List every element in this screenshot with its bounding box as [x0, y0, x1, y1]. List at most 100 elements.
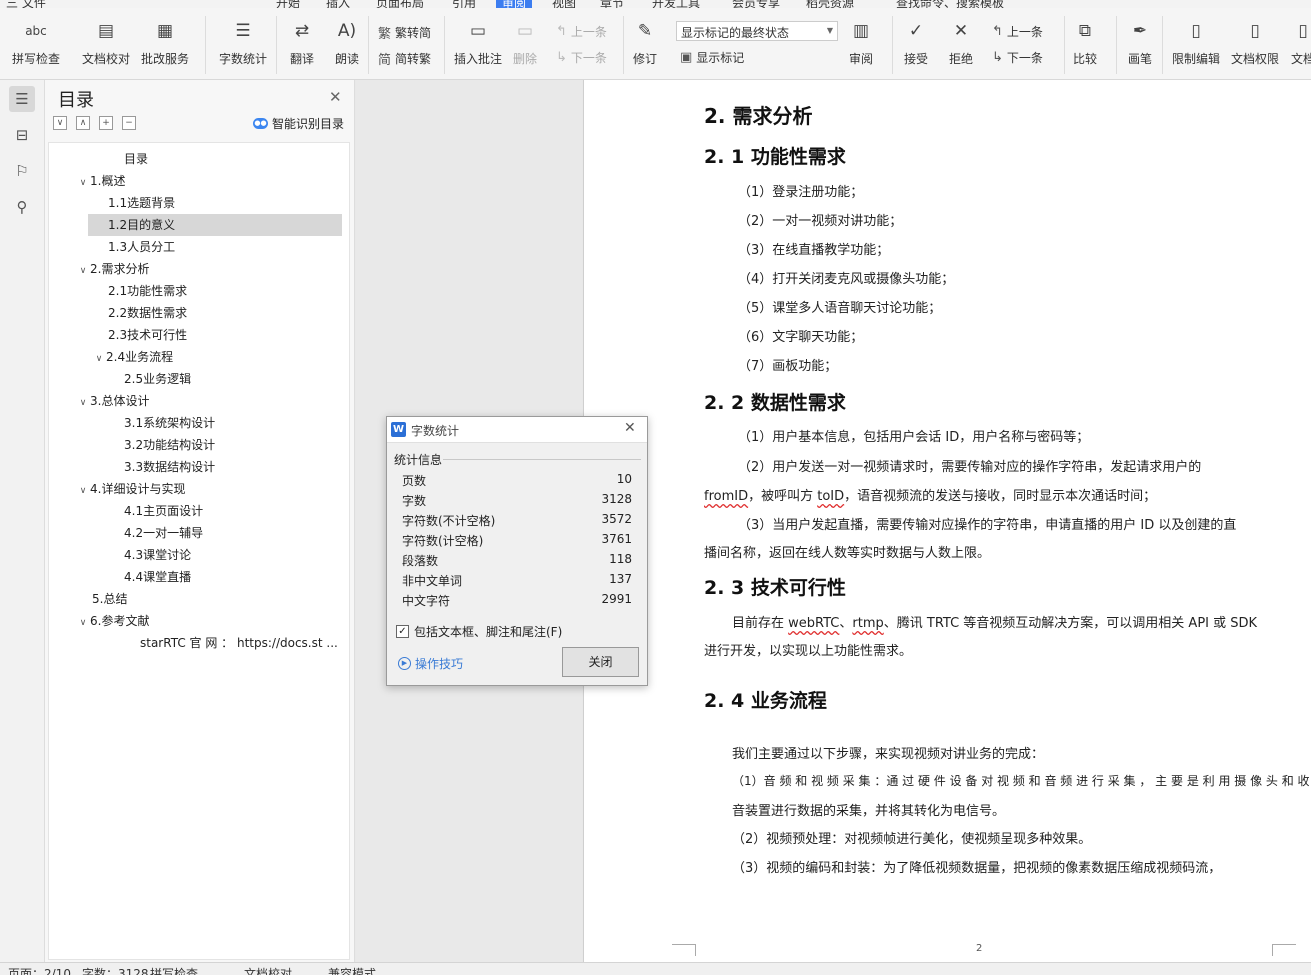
spell-check-label: 拼写检查 [12, 52, 61, 66]
menu-review[interactable]: 审阅 [496, 0, 533, 8]
annotation-service-button[interactable]: ▦ 批改服务 [141, 18, 189, 67]
restrict-edit-button[interactable]: ▯ 限制编辑 [1172, 18, 1220, 67]
search-icon[interactable]: ⚲ [9, 194, 35, 220]
toc-item[interactable]: 目录 [124, 148, 148, 170]
include-textbox-checkbox[interactable]: ✓ 包括文本框、脚注和尾注(F) [396, 623, 562, 640]
toc-item-label: 4.1主页面设计 [124, 504, 204, 518]
toc-item[interactable]: starRTC 官 网 ： https://docs.st ... [140, 632, 338, 654]
next-comment-button[interactable]: ↳ 下一条 [556, 49, 607, 66]
toc-item[interactable]: 4.4课堂直播 [124, 566, 191, 588]
toc-item[interactable]: 4.2一对一辅导 [124, 522, 203, 544]
menu-devtools[interactable]: 开发工具 [652, 0, 700, 8]
toc-item[interactable]: 2.5业务逻辑 [124, 368, 191, 390]
doc-proof-button[interactable]: ▤ 文档校对 [82, 18, 130, 67]
delete-comment-button[interactable]: ▭ 删除 [512, 18, 538, 67]
chevron-down-icon[interactable]: ∨ [76, 392, 90, 414]
pen-button[interactable]: ✒ 画笔 [1127, 18, 1153, 67]
display-mode-select[interactable]: 显示标记的最终状态 ▼ [676, 21, 838, 41]
compare-button[interactable]: ⧉ 比较 [1072, 18, 1098, 67]
toc-item[interactable]: ∨ 4.详细设计与实现 [76, 478, 186, 502]
word-count-button[interactable]: ☰ 字数统计 [219, 18, 267, 67]
read-aloud-button[interactable]: A) 朗读 [334, 18, 360, 67]
traditional-to-simplified-button[interactable]: 繁 繁转简 [378, 23, 431, 42]
toc-item[interactable]: ∨ 3.总体设计 [76, 390, 150, 414]
translate-button[interactable]: ⇄ 翻译 [289, 18, 315, 67]
stat-label: 非中文单词 [402, 574, 463, 588]
toc-item[interactable]: 2.2数据性需求 [108, 302, 187, 324]
toc-item[interactable]: ∨ 2.4业务流程 [92, 346, 173, 368]
translate-icon: ⇄ [294, 21, 310, 41]
toc-item[interactable]: 3.3数据结构设计 [124, 456, 215, 478]
chevron-down-icon[interactable]: ∨ [76, 480, 90, 502]
revise-button[interactable]: ✎ 修订 [632, 18, 658, 67]
toc-item-selected[interactable]: 1.2目的意义 [88, 214, 342, 236]
doc-permission-button[interactable]: ▯ 文档权限 [1231, 18, 1279, 67]
expand-up-icon[interactable]: ∧ [76, 116, 90, 130]
toc-item[interactable]: 4.3课堂讨论 [124, 544, 191, 566]
bookmark-icon[interactable]: ⚐ [9, 158, 35, 184]
review-pane-button[interactable]: ▥ 审阅 [848, 18, 874, 67]
insert-comment-button[interactable]: ▭ 插入批注 [454, 18, 502, 67]
status-spell-check[interactable]: 拼写检查 [150, 965, 198, 975]
chevron-down-icon[interactable]: ∨ [76, 260, 90, 282]
spell-check-icon: abc [25, 24, 47, 38]
checkbox-checked-icon[interactable]: ✓ [396, 625, 409, 638]
menu-search[interactable]: 查找命令、搜索模板 [896, 0, 1004, 8]
smart-toc-button[interactable]: ●● 智能识别目录 [253, 115, 344, 132]
toc-item[interactable]: 3.2功能结构设计 [124, 434, 215, 456]
accept-button[interactable]: ✓ 接受 [903, 18, 929, 67]
chapter-nav-icon[interactable]: ⊟ [9, 122, 35, 148]
toc-item[interactable]: 5.总结 [92, 588, 127, 610]
toc-item[interactable]: 3.1系统架构设计 [124, 412, 215, 434]
tips-link[interactable]: ▶ 操作技巧 [398, 655, 463, 672]
toc-item[interactable]: 2.1功能性需求 [108, 280, 187, 302]
reject-button[interactable]: ✕ 拒绝 [948, 18, 974, 67]
toc-panel-icon[interactable]: ☰ [9, 86, 35, 112]
menu-view[interactable]: 视图 [552, 0, 576, 8]
status-doc-proof[interactable]: 文档校对 [244, 965, 292, 975]
menu-docer[interactable]: 稻壳资源 [806, 0, 854, 8]
paragraph: （1）音 频 和 视 频 采 集 ：通 过 硬 件 设 备 对 视 频 和 音 … [732, 774, 1310, 788]
remove-level-icon[interactable]: − [122, 116, 136, 130]
accept-icon: ✓ [908, 21, 924, 41]
doc-overflow-button[interactable]: ▯ 文档 [1290, 18, 1311, 67]
menu-home[interactable]: 开始 [276, 0, 300, 8]
toc-item[interactable]: ∨ 2.需求分析 [76, 258, 150, 282]
prev-change-button[interactable]: ↰ 上一条 [992, 23, 1043, 40]
document-page[interactable]: 2. 需求分析 2. 1 功能性需求 （1）登录注册功能； （2）一对一视频对讲… [583, 80, 1311, 962]
close-icon[interactable]: ✕ [624, 420, 636, 436]
toc-item[interactable]: 4.1主页面设计 [124, 500, 203, 522]
prev-comment-button[interactable]: ↰ 上一条 [556, 23, 607, 40]
menu-references[interactable]: 引用 [452, 0, 476, 8]
status-words[interactable]: 字数：3128 [82, 965, 149, 975]
close-icon[interactable]: ✕ [329, 88, 342, 106]
toc-item[interactable]: 2.3技术可行性 [108, 324, 187, 346]
spell-check-button[interactable]: abc 拼写检查 [12, 18, 60, 67]
toc-item[interactable]: ∨ 1.概述 [76, 170, 126, 194]
menu-file[interactable]: 三 文件 [6, 0, 46, 8]
dialog-titlebar[interactable]: W 字数统计 ✕ [387, 417, 647, 443]
next-change-button[interactable]: ↳ 下一条 [992, 49, 1043, 66]
chevron-down-icon[interactable]: ∨ [76, 172, 90, 194]
toc-item[interactable]: 1.3人员分工 [108, 236, 175, 258]
toc-item-label: 3.2功能结构设计 [124, 438, 216, 452]
heading-workflow: 2. 4 业务流程 [704, 690, 827, 712]
compare-icon: ⧉ [1078, 21, 1092, 41]
close-button[interactable]: 关闭 [562, 647, 639, 677]
add-level-icon[interactable]: + [99, 116, 113, 130]
toc-item[interactable]: 1.1选题背景 [108, 192, 175, 214]
menu-insert[interactable]: 插入 [326, 0, 350, 8]
simplified-to-traditional-button[interactable]: 简 简转繁 [378, 49, 431, 68]
stat-row: 字符数(计空格) 3761 [402, 532, 632, 552]
status-page[interactable]: 页面：2/10 [8, 965, 71, 975]
toc-item-label: 2.2数据性需求 [108, 306, 188, 320]
collapse-all-icon[interactable]: ∨ [53, 116, 67, 130]
toc-item[interactable]: ∨ 6.参考文献 [76, 610, 150, 634]
show-markup-button[interactable]: ▣ 显示标记 [680, 49, 744, 66]
annotation-service-label: 批改服务 [141, 52, 190, 66]
menu-member[interactable]: 会员专享 [732, 0, 780, 8]
menu-chapter[interactable]: 章节 [600, 0, 624, 8]
chevron-down-icon[interactable]: ∨ [92, 348, 106, 370]
chevron-down-icon[interactable]: ∨ [76, 612, 90, 634]
menu-layout[interactable]: 页面布局 [376, 0, 424, 8]
